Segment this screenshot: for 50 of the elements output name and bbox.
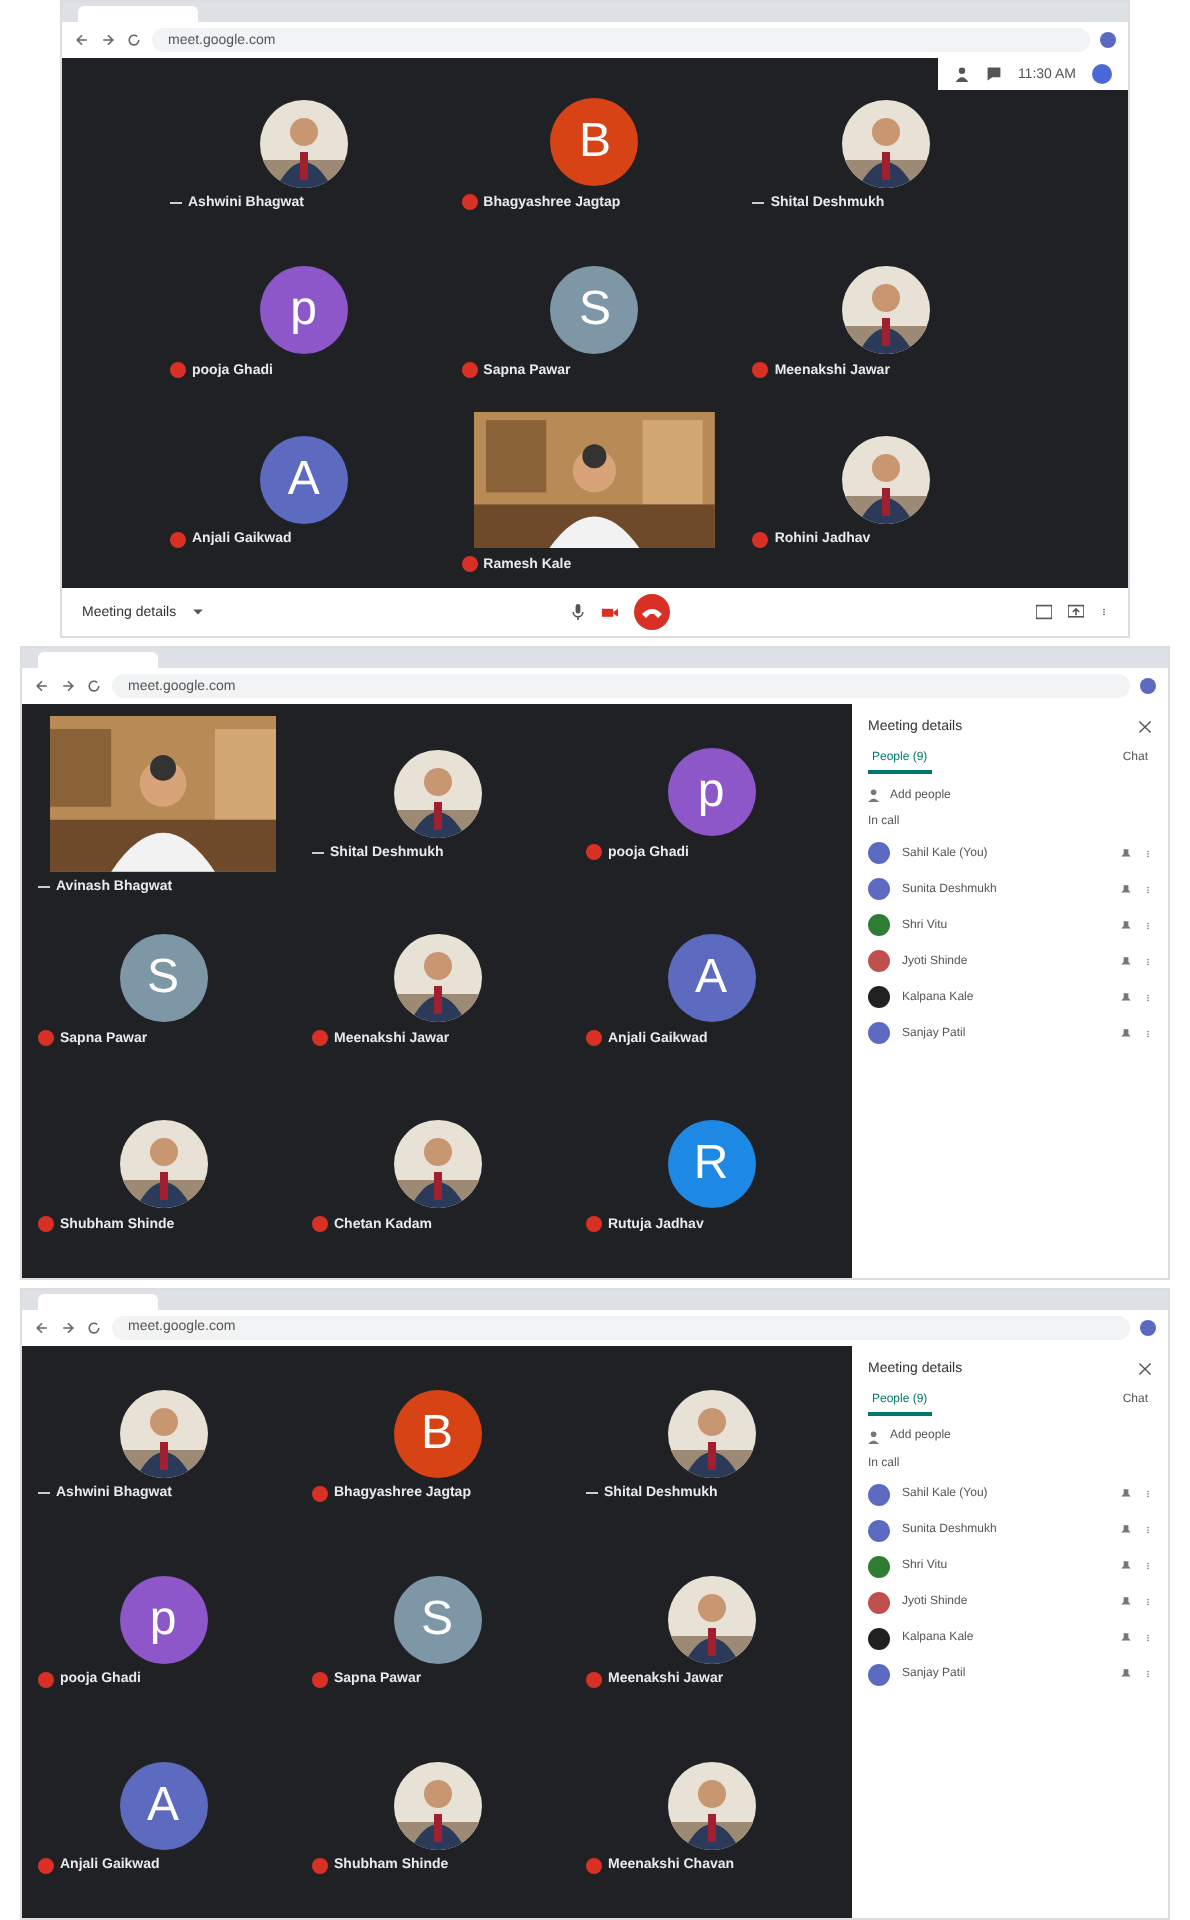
- phone-icon: [642, 606, 663, 618]
- back-icon[interactable]: [74, 32, 90, 48]
- profile-icon[interactable]: [1100, 32, 1116, 48]
- avatar: p: [667, 748, 755, 837]
- microphone-icon[interactable]: [570, 604, 587, 620]
- back-icon[interactable]: [34, 1319, 50, 1335]
- caret-icon[interactable]: [192, 606, 205, 618]
- end-call-button[interactable]: [634, 594, 671, 630]
- reload-icon[interactable]: [126, 32, 142, 48]
- pin-icon[interactable]: [1120, 1027, 1132, 1039]
- pin-icon[interactable]: [1120, 1560, 1132, 1572]
- avatar: R: [667, 1120, 755, 1209]
- pin-icon[interactable]: [1120, 919, 1132, 931]
- pin-icon[interactable]: [1120, 1524, 1132, 1536]
- avatar: S: [550, 266, 639, 355]
- avatar: S: [119, 934, 207, 1023]
- reload-icon[interactable]: [86, 678, 102, 694]
- people-icon[interactable]: [953, 66, 970, 82]
- camera-icon[interactable]: [602, 604, 619, 620]
- back-icon[interactable]: [34, 678, 50, 694]
- forward-icon[interactable]: [60, 1319, 76, 1335]
- pin-icon[interactable]: [1120, 955, 1132, 967]
- reload-icon[interactable]: [86, 1319, 102, 1335]
- add-person-icon[interactable]: [868, 1429, 882, 1443]
- profile-icon[interactable]: [1140, 678, 1156, 694]
- profile-icon[interactable]: [1140, 1319, 1156, 1335]
- avatar: A: [119, 1761, 207, 1850]
- avatar: p: [259, 266, 348, 355]
- avatar: A: [259, 435, 348, 524]
- close-icon[interactable]: [1138, 720, 1152, 734]
- add-person-icon[interactable]: [868, 788, 882, 802]
- chat-icon[interactable]: [985, 66, 1002, 82]
- close-icon[interactable]: [1138, 1361, 1152, 1375]
- avatar: p: [119, 1575, 207, 1664]
- avatar: B: [550, 98, 639, 187]
- pin-icon[interactable]: [1120, 1488, 1132, 1500]
- captions-icon[interactable]: [1036, 604, 1052, 620]
- pin-icon[interactable]: [1120, 1668, 1132, 1680]
- pin-icon[interactable]: [1120, 883, 1132, 895]
- avatar: S: [393, 1575, 481, 1664]
- pin-icon[interactable]: [1120, 847, 1132, 859]
- forward-icon[interactable]: [60, 678, 76, 694]
- pin-icon[interactable]: [1120, 1632, 1132, 1644]
- pin-icon[interactable]: [1120, 1596, 1132, 1608]
- avatar: A: [667, 934, 755, 1023]
- avatar: B: [393, 1389, 481, 1478]
- avatar-icon[interactable]: [1092, 64, 1112, 84]
- present-icon[interactable]: [1068, 604, 1084, 620]
- pin-icon[interactable]: [1120, 991, 1132, 1003]
- forward-icon[interactable]: [100, 32, 116, 48]
